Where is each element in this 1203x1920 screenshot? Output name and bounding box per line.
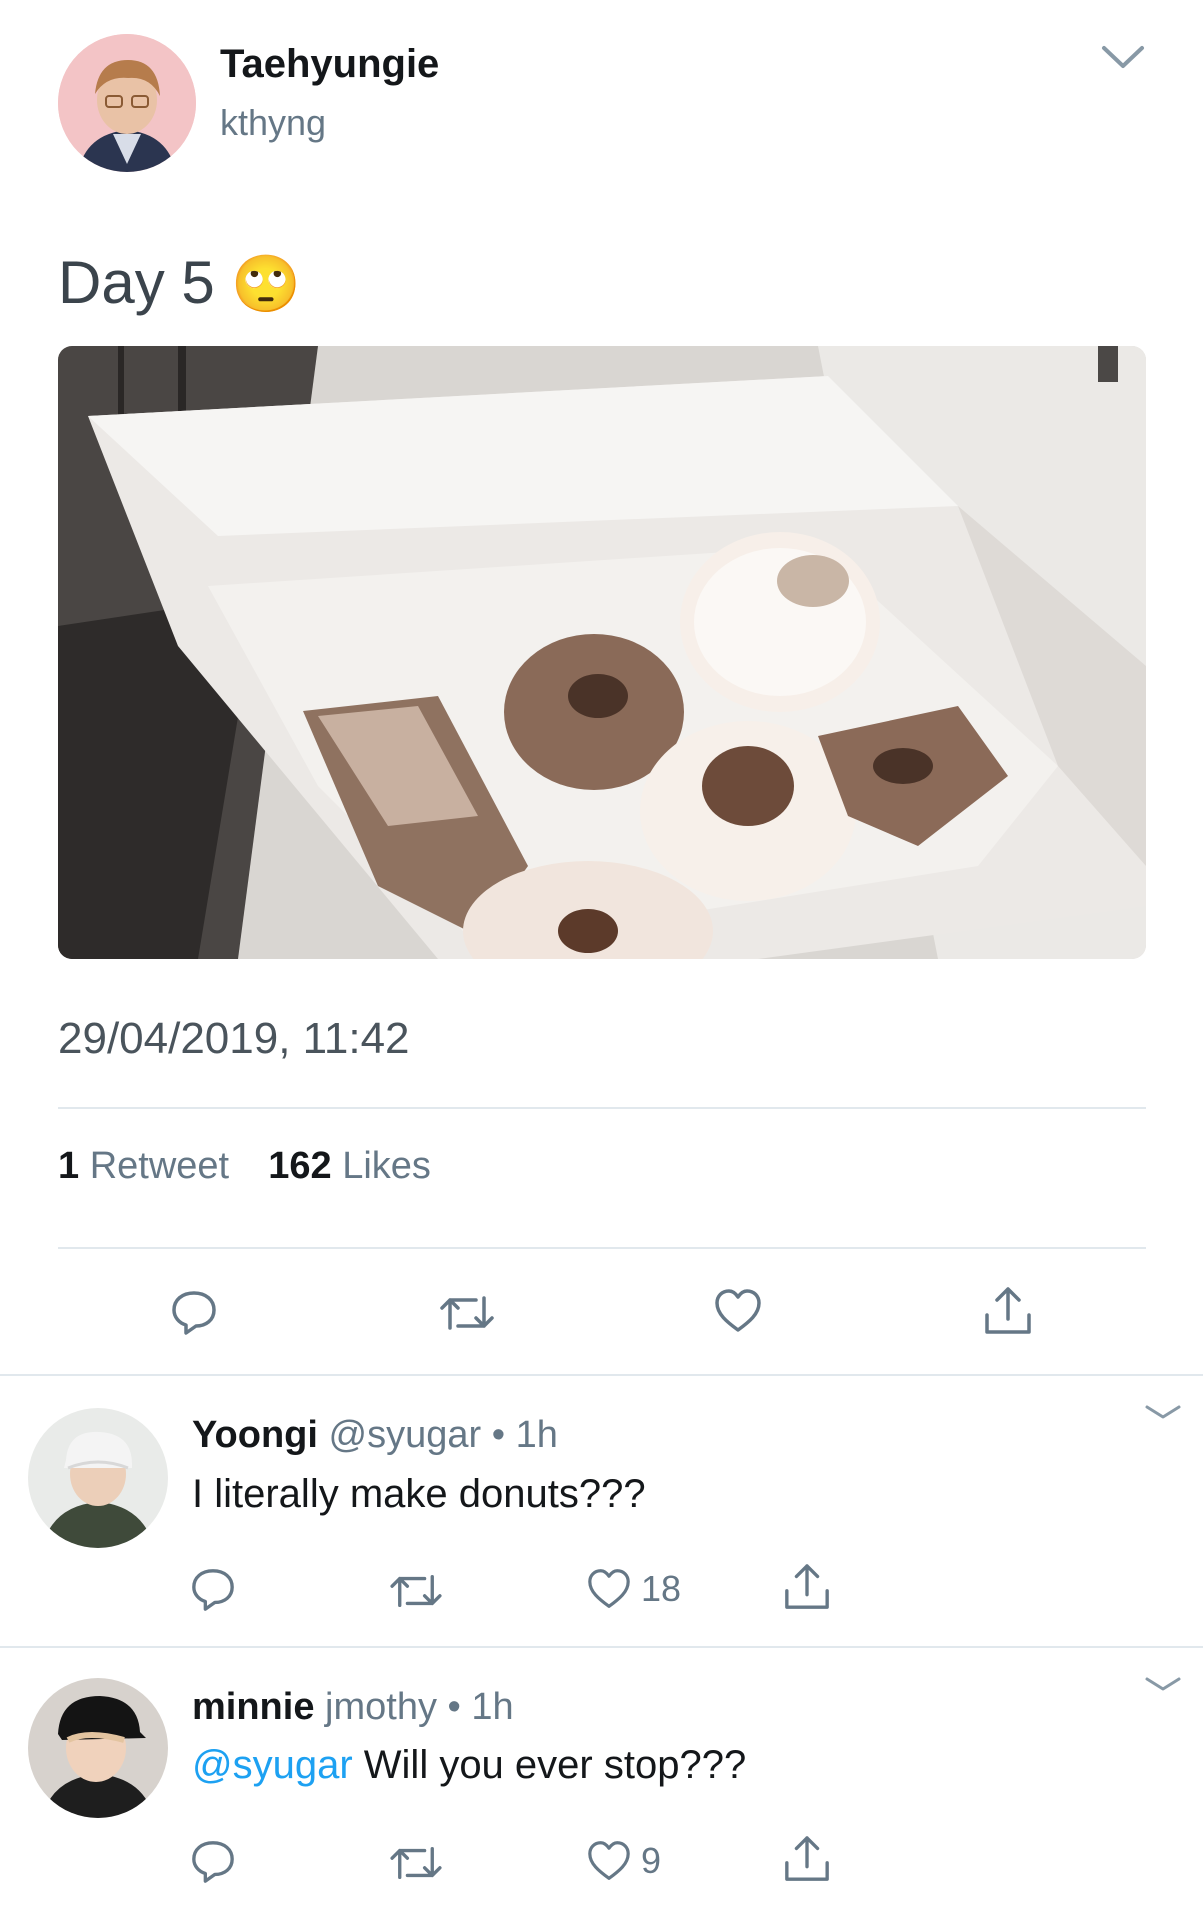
like-count[interactable]: 162 Likes — [268, 1145, 431, 1187]
author-handle[interactable]: kthyng — [220, 102, 326, 144]
retweet-icon[interactable] — [388, 1569, 444, 1613]
share-icon[interactable] — [783, 1834, 831, 1884]
tweet-stats: 1 Retweet 162 Likes — [58, 1145, 431, 1188]
share-icon[interactable] — [983, 1285, 1033, 1337]
reply-time[interactable]: 1h — [471, 1686, 513, 1728]
chevron-down-icon[interactable] — [1100, 42, 1146, 72]
mention-link[interactable]: @syugar — [192, 1743, 353, 1787]
like-label: Likes — [342, 1145, 431, 1187]
reply-time[interactable]: 1h — [516, 1414, 558, 1456]
reply-icon[interactable] — [170, 1288, 218, 1336]
reply-text-body: Will you ever stop??? — [352, 1743, 747, 1787]
retweet-icon[interactable] — [388, 1841, 444, 1885]
reply-like-count: 18 — [641, 1568, 682, 1609]
reply-display-name[interactable]: Yoongi — [192, 1414, 318, 1456]
author-display-name[interactable]: Taehyungie — [220, 42, 439, 87]
reply-like-count: 9 — [641, 1840, 662, 1881]
divider — [0, 1646, 1203, 1648]
reply-text: @syugar Will you ever stop??? — [192, 1743, 746, 1788]
reply-header: Yoongi @syugar • 1h — [192, 1414, 558, 1457]
reply-display-name[interactable]: minnie — [192, 1686, 314, 1728]
retweet-label: Retweet — [89, 1145, 230, 1187]
reply-handle[interactable]: @syugar — [329, 1414, 482, 1456]
retweet-count-value: 1 — [58, 1145, 80, 1187]
reply-icon[interactable] — [190, 1838, 236, 1884]
reply-header: minnie jmothy • 1h — [192, 1686, 514, 1729]
like-count-value: 162 — [268, 1145, 332, 1187]
tweet-timestamp[interactable]: 29/04/2019, 11:42 — [58, 1014, 410, 1064]
reply-separator: • — [447, 1686, 461, 1728]
like-icon[interactable] — [586, 1568, 632, 1610]
like-icon[interactable] — [713, 1288, 763, 1334]
reply-handle[interactable]: jmothy — [325, 1686, 437, 1728]
reply-separator: • — [491, 1414, 506, 1456]
emoji-eye-roll-icon: 🙄 — [231, 252, 302, 315]
retweet-count[interactable]: 1 Retweet — [58, 1145, 229, 1187]
tweet-text: Day 5 🙄 — [58, 248, 301, 317]
divider — [58, 1107, 1146, 1109]
chevron-down-icon[interactable] — [1143, 1402, 1183, 1422]
share-icon[interactable] — [783, 1562, 831, 1612]
reply-avatar[interactable] — [28, 1678, 168, 1818]
divider — [0, 1374, 1203, 1376]
tweet-photo[interactable] — [58, 346, 1146, 959]
reply-text: I literally make donuts??? — [192, 1472, 646, 1516]
tweet-text-body: Day 5 — [58, 249, 215, 316]
author-avatar[interactable] — [58, 34, 196, 172]
chevron-down-icon[interactable] — [1143, 1674, 1183, 1694]
reply-icon[interactable] — [190, 1566, 236, 1612]
retweet-icon[interactable] — [438, 1290, 496, 1336]
like-icon[interactable] — [586, 1840, 632, 1882]
reply-avatar[interactable] — [28, 1408, 168, 1548]
divider — [58, 1247, 1146, 1249]
